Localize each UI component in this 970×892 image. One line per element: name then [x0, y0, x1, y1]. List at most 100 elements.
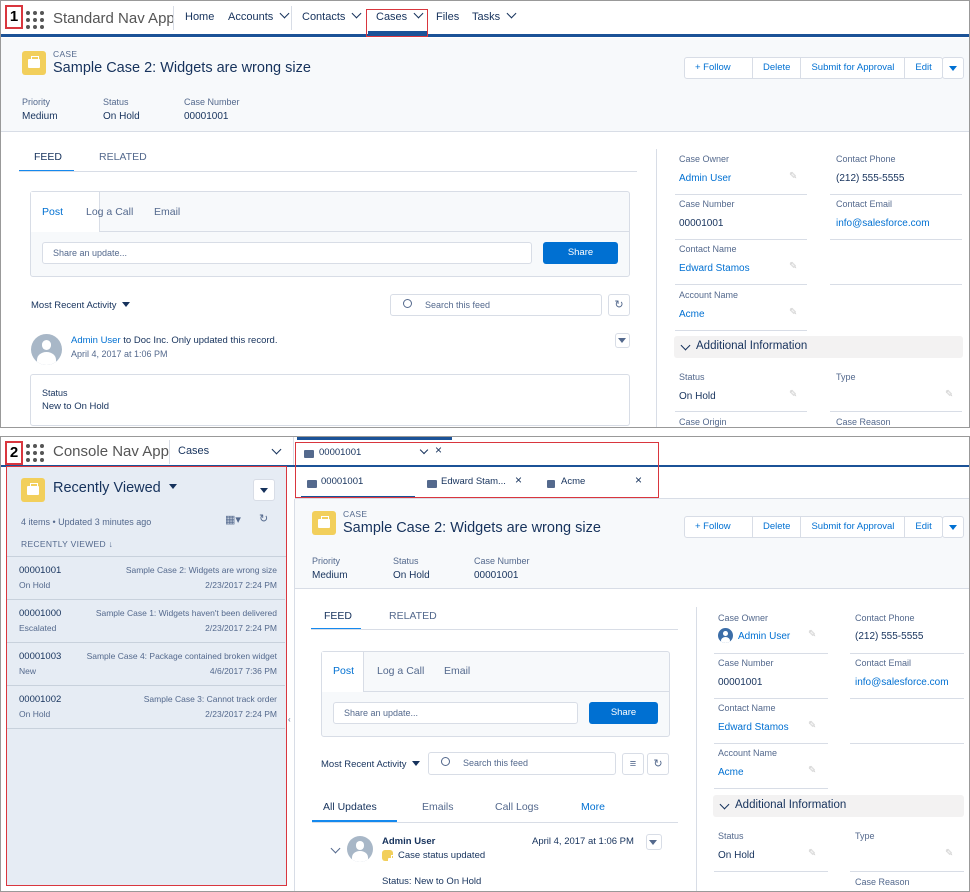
post-user-link[interactable]: Admin User [71, 335, 121, 346]
record-type: CASE [343, 509, 368, 519]
edit-pencil-icon[interactable]: ✎ [808, 848, 816, 859]
case-owner-link[interactable]: Admin User [738, 631, 790, 642]
publisher-tab-log-call[interactable]: Log a Call [86, 206, 133, 218]
avatar [347, 836, 373, 862]
change-owner-icon[interactable]: ✎ [789, 171, 797, 182]
edit-pencil-icon[interactable]: ✎ [808, 765, 816, 776]
collapse-sidebar-icon[interactable]: ‹ [288, 715, 291, 724]
field-label: Account Name [679, 290, 739, 300]
chevron-down-icon[interactable] [506, 8, 517, 19]
record-title: Sample Case 2: Widgets are wrong size [53, 60, 311, 76]
record-title: Sample Case 2: Widgets are wrong size [343, 520, 601, 536]
field-label: Contact Name [718, 703, 776, 713]
field-label: Case Origin [679, 417, 727, 427]
tab-feed[interactable]: FEED [324, 610, 352, 622]
post-date[interactable]: April 4, 2017 at 1:06 PM [532, 836, 634, 847]
contact-email-link[interactable]: info@salesforce.com [855, 677, 949, 688]
avatar [31, 334, 62, 365]
follow-button[interactable]: + Follow [685, 517, 753, 537]
edit-pencil-icon[interactable]: ✎ [808, 720, 816, 731]
section-additional-information[interactable]: Additional Information [674, 336, 963, 358]
nav-item-tasks[interactable]: Tasks [472, 1, 517, 34]
highlight-label: Status [393, 556, 419, 566]
nav-item-files[interactable]: Files [436, 1, 459, 34]
app-launcher-icon[interactable] [26, 11, 44, 29]
nav-item-home[interactable]: Home [185, 1, 214, 34]
chevron-down-icon [680, 340, 691, 351]
edit-button[interactable]: Edit [905, 517, 941, 537]
refresh-icon[interactable]: ↻ [647, 753, 669, 775]
share-button[interactable]: Share [589, 702, 658, 724]
field-label: Account Name [718, 748, 778, 758]
delete-button[interactable]: Delete [753, 517, 802, 537]
chevron-down-icon [618, 338, 626, 343]
edit-pencil-icon[interactable]: ✎ [789, 389, 797, 400]
contact-email-link[interactable]: info@salesforce.com [836, 218, 930, 229]
submit-for-approval-button[interactable]: Submit for Approval [801, 58, 906, 78]
nav-item-accounts[interactable]: Accounts [228, 1, 290, 34]
app-launcher-icon[interactable] [26, 444, 44, 462]
chevron-down-icon [949, 66, 957, 71]
more-actions-button[interactable] [942, 516, 964, 538]
filter-tab-all-updates[interactable]: All Updates [323, 801, 377, 813]
edit-pencil-icon[interactable]: ✎ [945, 848, 953, 859]
highlight-label: Priority [312, 556, 341, 566]
feed-search-input[interactable]: Search this feed [390, 294, 602, 316]
field-label: Type [836, 372, 856, 382]
edit-button[interactable]: Edit [905, 58, 941, 78]
app-name: Console Nav App [53, 443, 169, 460]
console-nav-pane: 2 Console Nav App Cases 00001001 × 00001… [0, 436, 970, 892]
contact-name-link[interactable]: Edward Stamos [718, 722, 789, 733]
contact-name-link[interactable]: Edward Stamos [679, 263, 750, 274]
share-input[interactable]: Share an update... [333, 702, 578, 724]
publisher-tab-post[interactable]: Post [42, 206, 63, 218]
tab-related[interactable]: RELATED [389, 610, 437, 622]
case-number: 00001001 [679, 218, 724, 229]
publisher-tab-email[interactable]: Email [444, 665, 470, 677]
contact-phone: (212) 555-5555 [836, 173, 905, 184]
chevron-down-icon[interactable] [271, 444, 282, 455]
sort-dropdown[interactable]: Most Recent Activity [321, 759, 420, 770]
chevron-down-icon[interactable] [330, 843, 341, 854]
follow-button[interactable]: + Follow [685, 58, 753, 78]
post-date[interactable]: April 4, 2017 at 1:06 PM [71, 349, 168, 359]
filter-tab-emails[interactable]: Emails [422, 801, 454, 813]
filter-tab-call-logs[interactable]: Call Logs [495, 801, 539, 813]
filter-icon[interactable]: ≡ [622, 753, 644, 775]
standard-nav-pane: 1 Standard Nav App Home Accounts Contact… [0, 0, 970, 428]
submit-for-approval-button[interactable]: Submit for Approval [801, 517, 906, 537]
app-name: Standard Nav App [53, 10, 175, 27]
publisher-tab-post[interactable]: Post [333, 665, 354, 677]
highlight-value: Medium [312, 570, 348, 581]
publisher-tab-log-call[interactable]: Log a Call [377, 665, 424, 677]
chevron-down-icon[interactable] [351, 8, 362, 19]
chevron-down-icon[interactable] [279, 8, 290, 19]
object-selector[interactable]: Cases [178, 437, 209, 465]
more-actions-button[interactable] [942, 57, 964, 79]
account-name-link[interactable]: Acme [718, 767, 744, 778]
change-owner-icon[interactable]: ✎ [808, 629, 816, 640]
share-input[interactable]: Share an update... [42, 242, 532, 264]
refresh-icon[interactable]: ↻ [608, 294, 630, 316]
filter-tab-more[interactable]: More [581, 801, 605, 813]
nav-item-contacts[interactable]: Contacts [302, 1, 362, 34]
edit-pencil-icon[interactable]: ✎ [945, 389, 953, 400]
feed-search-input[interactable]: Search this feed [428, 752, 616, 775]
case-owner-link[interactable]: Admin User [679, 173, 731, 184]
edit-pencil-icon[interactable]: ✎ [789, 307, 797, 318]
sort-dropdown[interactable]: Most Recent Activity [31, 300, 130, 311]
section-title: Additional Information [735, 799, 847, 811]
publisher-tab-email[interactable]: Email [154, 206, 180, 218]
share-button[interactable]: Share [543, 242, 618, 264]
account-name-link[interactable]: Acme [679, 309, 705, 320]
edit-pencil-icon[interactable]: ✎ [789, 261, 797, 272]
tab-related[interactable]: RELATED [99, 151, 147, 163]
post-menu-button[interactable] [615, 333, 630, 348]
publisher [30, 191, 630, 277]
post-menu-button[interactable] [646, 834, 662, 850]
highlight-label: Status [103, 97, 129, 107]
tab-feed[interactable]: FEED [34, 151, 62, 163]
section-additional-information[interactable]: Additional Information [713, 795, 964, 817]
delete-button[interactable]: Delete [753, 58, 802, 78]
post-user-link[interactable]: Admin User [382, 836, 435, 847]
